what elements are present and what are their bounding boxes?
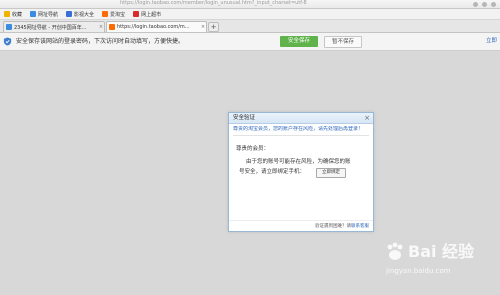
window-buttons <box>473 0 496 8</box>
maximize-button[interactable] <box>482 1 487 7</box>
star-icon <box>4 11 10 17</box>
dialog-divider <box>233 135 369 136</box>
address-bar[interactable]: https://login.taobao.com/member/login_un… <box>0 0 500 9</box>
nav-favicon-icon <box>6 24 12 30</box>
password-save-bar: 安全保存该网站的登录密码，下次访问时自动填写，方便快捷。 安全保存 暂不保存 立… <box>0 33 500 51</box>
security-verify-dialog: 安全验证 × 尊贵的淘宝会员，您的账户存在风险，请先处理后再登录！ 尊贵的会员：… <box>228 112 374 232</box>
dialog-footer: 验证遇到困难？请联系客服 <box>229 220 373 231</box>
close-window-button[interactable] <box>491 1 496 7</box>
contact-service-link[interactable]: 联系客服 <box>351 224 369 229</box>
tab-bar: 2345网址导航 - 开创中国百年... × https://login.tao… <box>0 20 500 33</box>
fav-item-collect[interactable]: 收藏 <box>4 11 22 18</box>
fav-label: 网上超市 <box>141 11 162 18</box>
not-save-button[interactable]: 暂不保存 <box>324 36 362 48</box>
dialog-message-line1: 由于您的账号可能存在风险，为确保您的账 <box>246 159 351 165</box>
dialog-subtitle: 尊贵的淘宝会员，您的账户存在风险，请先处理后再登录！ <box>233 126 364 132</box>
close-icon[interactable]: × <box>364 114 370 122</box>
dialog-greeting: 尊贵的会员： <box>236 146 270 152</box>
nav-icon <box>30 11 37 17</box>
bind-phone-button[interactable]: 立即绑定 <box>316 168 346 178</box>
close-tab-icon[interactable]: × <box>200 24 206 30</box>
baidu-watermark: Bai 经验 <box>382 241 478 265</box>
fav-item-taobao[interactable]: 爱淘宝 <box>102 11 125 18</box>
favorites-bar: 收藏 网址导航 影视大全 爱淘宝 网上超市 <box>0 9 500 20</box>
footer-question: 验证遇到困难？请 <box>315 224 351 229</box>
shop-icon <box>133 11 140 17</box>
password-bar-link[interactable]: 立即 <box>486 37 497 46</box>
new-tab-button[interactable]: + <box>208 22 219 32</box>
dialog-message-line2: 号安全，请立即绑定手机： <box>239 169 306 175</box>
fav-label: 网址导航 <box>38 11 59 18</box>
fav-label: 收藏 <box>12 11 23 18</box>
taobao-favicon-icon <box>109 24 115 30</box>
fav-label: 爱淘宝 <box>110 11 126 18</box>
fav-item-video[interactable]: 影视大全 <box>66 11 94 18</box>
save-password-button[interactable]: 安全保存 <box>280 36 318 47</box>
tab-title: https://login.taobao.com/m... <box>117 24 190 30</box>
watermark-text: Bai 经验 <box>408 242 475 261</box>
shield-icon <box>3 37 12 46</box>
video-icon <box>66 11 73 17</box>
close-tab-icon[interactable]: × <box>98 24 104 30</box>
fav-item-nav[interactable]: 网址导航 <box>30 11 58 18</box>
watermark-url: jingyan.baidu.com <box>386 267 451 275</box>
fav-item-shop[interactable]: 网上超市 <box>133 11 161 18</box>
taobao-icon <box>102 11 109 17</box>
address-url[interactable]: https://login.taobao.com/member/login_un… <box>120 0 420 7</box>
paw-icon <box>387 242 403 260</box>
dialog-title: 安全验证 <box>233 115 256 121</box>
tab-taobao[interactable]: https://login.taobao.com/m... × <box>106 21 207 32</box>
password-save-prompt: 安全保存该网站的登录密码，下次访问时自动填写，方便快捷。 <box>16 38 185 45</box>
minimize-button[interactable] <box>473 1 478 7</box>
fav-label: 影视大全 <box>74 11 95 18</box>
tab-2345[interactable]: 2345网址导航 - 开创中国百年... × <box>3 21 105 32</box>
tab-title: 2345网址导航 - 开创中国百年... <box>14 24 87 31</box>
dialog-titlebar: 安全验证 × <box>229 113 373 124</box>
